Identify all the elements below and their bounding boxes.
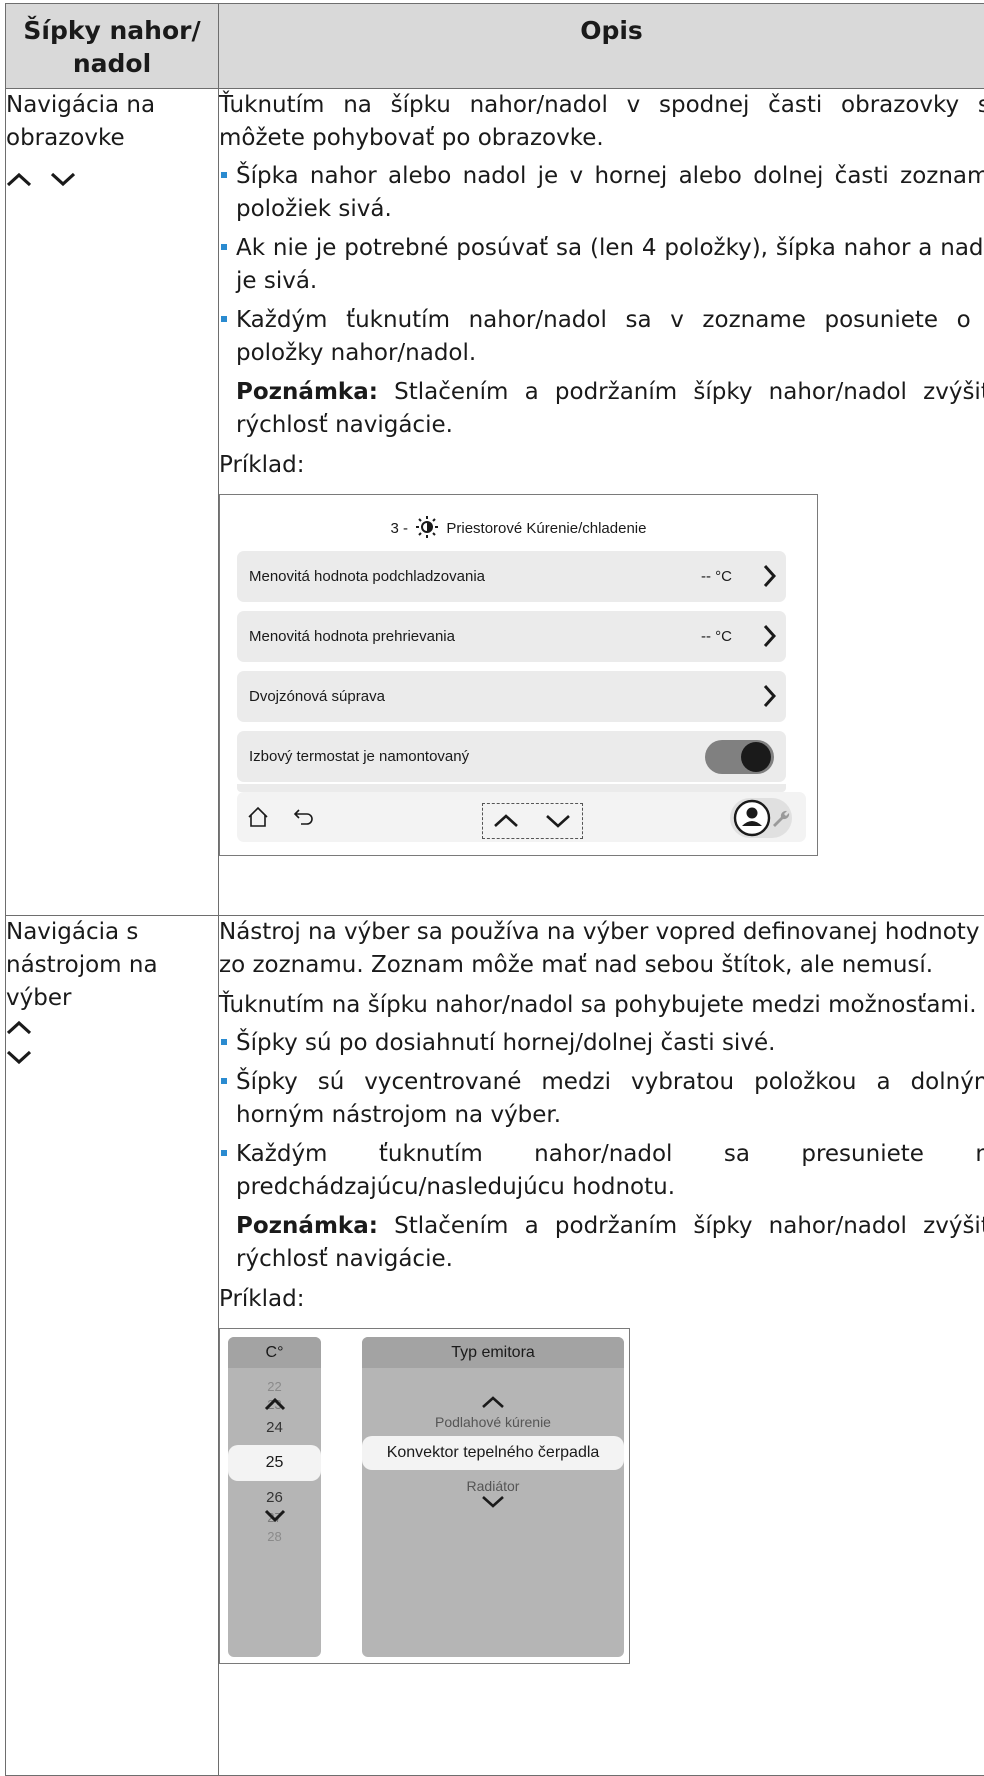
row1-arrows xyxy=(6,171,218,187)
screen-example-list: 3 - Priestorové Kúrenie/chladenie Menovi… xyxy=(219,494,818,856)
row2-note: Poznámka: Stlačením a podržaním šípky na… xyxy=(219,1210,984,1276)
row1-description-cell: Ťuknutím na šípku nahor/nadol v spodnej … xyxy=(219,89,984,916)
row2-bullet-1: Šípky sú po dosiahnutí hornej/dolnej čas… xyxy=(219,1027,984,1060)
chevron-right-icon xyxy=(762,624,776,648)
picker-option-above: Podlahové kúrenie xyxy=(362,1413,624,1431)
column-header-arrows-text: Šípky nahor/ nadol xyxy=(23,16,200,78)
chevron-right-icon xyxy=(762,684,776,708)
back-icon[interactable] xyxy=(293,808,315,826)
temperature-picker-header: C° xyxy=(228,1337,321,1368)
column-header-description-text: Opis xyxy=(580,16,643,45)
row1-bullet-2: Ak nie je potrebné posúvať sa (len 4 pol… xyxy=(219,232,984,298)
row2-note-label: Poznámka: xyxy=(236,1213,378,1239)
toggle-knob xyxy=(741,742,771,772)
home-icon[interactable] xyxy=(247,806,269,828)
list-item-label: Menovitá hodnota podchladzovania xyxy=(249,568,485,585)
user-wrench-button-group xyxy=(730,798,792,838)
column-header-arrows: Šípky nahor/ nadol xyxy=(6,4,219,89)
list-item-label: Menovitá hodnota prehrievania xyxy=(249,628,455,645)
row2-bullet-list: Šípky sú po dosiahnutí hornej/dolnej čas… xyxy=(219,1027,984,1204)
scroll-arrows-highlight xyxy=(482,803,583,839)
row1-label: Navigácia na obrazovke xyxy=(6,89,176,155)
description-table: Šípky nahor/ nadol Opis Navigácia na obr… xyxy=(5,3,984,1776)
arrow-down-icon[interactable] xyxy=(264,1508,286,1522)
row1-bullet-list: Šípka nahor alebo nadol je v hornej aleb… xyxy=(219,160,984,370)
row2-intro-1: Nástroj na výber sa používa na výber vop… xyxy=(219,916,984,982)
arrow-up-icon[interactable] xyxy=(264,1397,286,1411)
picker-selected-option: Konvektor tepelného čerpadla xyxy=(362,1436,624,1470)
wrench-icon[interactable] xyxy=(770,808,790,828)
row2-label: Navigácia s nástrojom na výber xyxy=(6,916,186,1015)
list-item-label: Dvojzónová súprava xyxy=(249,688,385,705)
arrow-down-icon xyxy=(50,171,76,187)
row2-arrows xyxy=(6,1019,218,1065)
row1-left-cell: Navigácia na obrazovke xyxy=(6,89,219,916)
list-item-label: Izbový termostat je namontovaný xyxy=(249,748,469,765)
room-thermostat-toggle[interactable] xyxy=(705,740,774,774)
picker-value: 28 xyxy=(228,1528,321,1546)
picker-selected-value: 25 xyxy=(228,1445,321,1481)
chevron-right-icon xyxy=(762,564,776,588)
row1-note-label: Poznámka: xyxy=(236,379,378,405)
arrow-up-icon xyxy=(6,1019,32,1035)
temperature-picker[interactable]: C° 22 23 24 25 26 27 28 xyxy=(228,1337,321,1657)
list-item-subcooling[interactable]: Menovitá hodnota podchladzovania -- °C xyxy=(237,551,786,602)
arrow-down-icon xyxy=(6,1049,32,1065)
row2-intro-2: Ťuknutím na šípku nahor/nadol sa pohybuj… xyxy=(219,989,984,1022)
row1-bullet-1: Šípka nahor alebo nadol je v hornej aleb… xyxy=(219,160,984,226)
list-item-value: -- °C xyxy=(701,611,732,662)
list-fade xyxy=(237,784,786,792)
row2-description-cell: Nástroj na výber sa používa na výber vop… xyxy=(219,916,984,1776)
emitter-type-header: Typ emitora xyxy=(362,1337,624,1368)
row1-intro: Ťuknutím na šípku nahor/nadol v spodnej … xyxy=(219,89,984,155)
row1-example-label: Príklad: xyxy=(219,449,984,482)
row2-example-label: Príklad: xyxy=(219,1283,984,1316)
row2-bullet-2: Šípky sú vycentrované medzi vybratou pol… xyxy=(219,1066,984,1132)
screen-title: 3 - Priestorové Kúrenie/chladenie xyxy=(220,519,817,539)
picker-value: 24 xyxy=(228,1419,321,1437)
arrow-up-icon[interactable] xyxy=(481,1395,505,1409)
row2-left-cell: Navigácia s nástrojom na výber xyxy=(6,916,219,1776)
user-icon[interactable] xyxy=(733,799,771,837)
list-item-superheat[interactable]: Menovitá hodnota prehrievania -- °C xyxy=(237,611,786,662)
row1-bullet-3: Každým ťuknutím nahor/nadol sa v zozname… xyxy=(219,304,984,370)
list-item-dual-zone-kit[interactable]: Dvojzónová súprava xyxy=(237,671,786,722)
arrow-up-icon[interactable] xyxy=(493,812,519,828)
picker-value: 26 xyxy=(228,1489,321,1507)
arrow-down-icon[interactable] xyxy=(481,1494,505,1508)
column-header-description: Opis xyxy=(219,4,984,89)
row2-bullet-3: Každým ťuknutím nahor/nadol sa presuniet… xyxy=(219,1138,984,1204)
screen-bottom-bar xyxy=(237,792,806,842)
arrow-up-icon xyxy=(6,171,32,187)
picker-value: 22 xyxy=(228,1378,321,1396)
picker-option-below: Radiátor xyxy=(362,1477,624,1495)
screen-title-text: Priestorové Kúrenie/chladenie xyxy=(446,520,646,537)
heating-cooling-icon xyxy=(416,516,438,538)
arrow-down-icon[interactable] xyxy=(545,813,571,829)
list-item-room-thermostat: Izbový termostat je namontovaný xyxy=(237,731,786,782)
screen-example-picker: C° 22 23 24 25 26 27 28 Typ emitora xyxy=(219,1328,630,1664)
list-item-value: -- °C xyxy=(701,551,732,602)
screen-title-prefix: 3 - xyxy=(391,520,409,537)
emitter-type-picker[interactable]: Typ emitora Podlahové kúrenie Konvektor … xyxy=(362,1337,624,1657)
row1-note: Poznámka: Stlačením a podržaním šípky na… xyxy=(219,376,984,442)
